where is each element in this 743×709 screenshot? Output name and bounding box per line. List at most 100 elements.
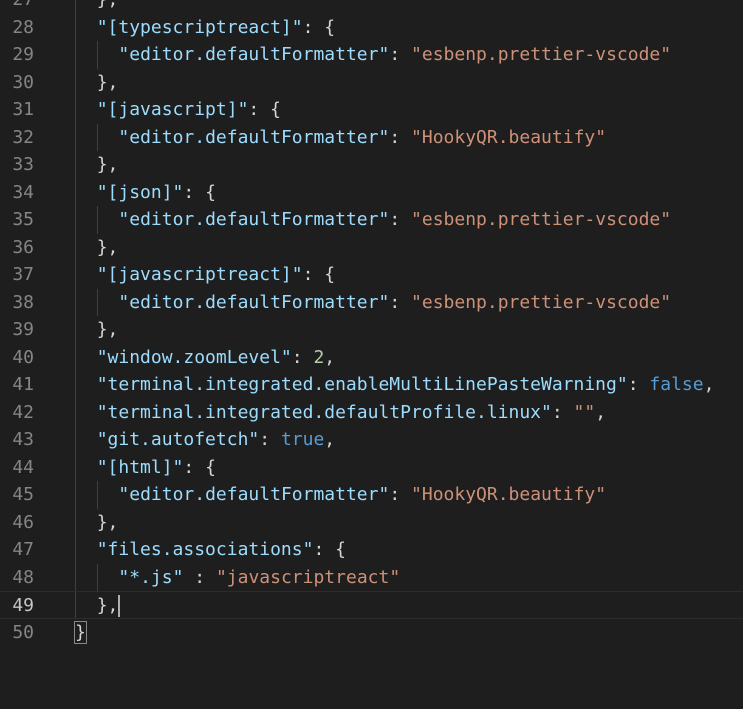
code-line[interactable]: 43 "git.autofetch": true, xyxy=(0,426,743,454)
json-key-token: "editor.defaultFormatter" xyxy=(118,291,390,313)
indent-guide xyxy=(75,563,76,591)
string-token: "javascriptreact" xyxy=(215,566,401,588)
indent-guide xyxy=(75,123,76,151)
line-number: 38 xyxy=(12,291,34,313)
indent-guide xyxy=(75,68,76,96)
json-key-token: "[json]" xyxy=(96,181,184,203)
punctuation-token: }, xyxy=(96,511,119,533)
punctuation-token: : xyxy=(551,401,574,423)
indent-guide xyxy=(97,206,98,234)
indent-guide xyxy=(75,343,76,371)
indent-guide xyxy=(75,151,76,179)
string-token: "esbenp.prettier-vscode" xyxy=(411,209,672,230)
code-line[interactable]: 44 "[html]": { xyxy=(0,453,743,481)
indent-guide xyxy=(75,13,76,41)
code-content: "terminal.integrated.defaultProfile.linu… xyxy=(97,399,606,427)
json-key-token: "[javascript]" xyxy=(96,99,249,120)
indent-guide xyxy=(75,481,76,509)
punctuation-token: }, xyxy=(96,154,119,175)
json-key-token: "editor.defaultFormatter" xyxy=(118,484,390,505)
code-line[interactable]: 46}, xyxy=(0,508,743,536)
json-key-token: "editor.defaultFormatter" xyxy=(118,44,390,65)
code-content: "editor.defaultFormatter": "HookyQR.beau… xyxy=(118,124,606,152)
code-line[interactable]: 27}, xyxy=(0,0,743,14)
line-number: 28 xyxy=(12,16,34,38)
line-number: 48 xyxy=(12,566,34,588)
code-line[interactable]: 31 "[javascript]": { xyxy=(0,96,743,124)
code-content: }, xyxy=(97,0,119,14)
code-content: "editor.defaultFormatter": "esbenp.prett… xyxy=(118,41,671,69)
indent-guide xyxy=(97,41,98,69)
punctuation-token: } xyxy=(74,620,87,644)
punctuation-token: : { xyxy=(313,539,346,560)
code-line[interactable]: 37 "[javascriptreact]": { xyxy=(0,261,743,289)
code-line[interactable]: 48 "*.js" : "javascriptreact" xyxy=(0,563,743,591)
code-content: "window.zoomLevel": 2, xyxy=(97,344,335,372)
line-number: 34 xyxy=(12,181,34,203)
punctuation-token: , xyxy=(324,429,336,450)
line-number: 37 xyxy=(12,264,34,285)
boolean-token: false xyxy=(649,374,704,395)
code-content: "[typescriptreact]": { xyxy=(97,14,335,42)
punctuation-token: : xyxy=(627,374,650,395)
line-number: 50 xyxy=(12,621,34,643)
code-line[interactable]: 35 "editor.defaultFormatter": "esbenp.pre… xyxy=(0,206,743,234)
indent-guide xyxy=(75,592,76,618)
line-number: 40 xyxy=(12,346,34,368)
punctuation-token: , xyxy=(703,374,715,395)
json-key-token: "[typescriptreact]" xyxy=(96,16,303,38)
indent-guide xyxy=(75,0,76,14)
code-line[interactable]: 39}, xyxy=(0,316,743,344)
code-line[interactable]: 36}, xyxy=(0,233,743,261)
boolean-token: true xyxy=(280,429,325,450)
line-number: 42 xyxy=(12,401,34,423)
code-content: }, xyxy=(97,151,119,179)
code-editor[interactable]: 27},28"[typescriptreact]": {29"editor.de… xyxy=(0,0,743,709)
code-line[interactable]: 29 "editor.defaultFormatter": "esbenp.pre… xyxy=(0,41,743,69)
number-token: 2 xyxy=(313,346,325,368)
indent-guide xyxy=(75,398,76,426)
code-line[interactable]: 45 "editor.defaultFormatter": "HookyQR.be… xyxy=(0,481,743,509)
punctuation-token: }, xyxy=(96,595,119,616)
text-cursor xyxy=(118,595,121,617)
json-key-token: "[html]" xyxy=(96,456,184,478)
line-number: 36 xyxy=(12,236,34,258)
indent-guide xyxy=(75,453,76,481)
code-content: } xyxy=(74,619,87,647)
code-line[interactable]: 32 "editor.defaultFormatter": "HookyQR.be… xyxy=(0,123,743,152)
code-line[interactable]: 47 "files.associations": { xyxy=(0,536,743,564)
punctuation-token: , xyxy=(595,401,607,423)
indent-guide xyxy=(97,288,98,316)
code-line[interactable]: 33}, xyxy=(0,151,743,179)
code-content: }, xyxy=(97,316,119,344)
punctuation-token: : { xyxy=(248,99,281,120)
punctuation-token: : { xyxy=(183,456,216,478)
code-line[interactable]: 50} xyxy=(0,619,743,647)
line-number: 31 xyxy=(12,99,34,120)
code-line[interactable]: 40 "window.zoomLevel": 2, xyxy=(0,343,743,372)
indent-guide xyxy=(75,233,76,261)
code-content: "terminal.integrated.enableMultiLinePast… xyxy=(97,371,715,399)
code-line[interactable]: 49}, xyxy=(0,591,743,619)
line-number: 35 xyxy=(12,209,34,230)
indent-guide xyxy=(75,426,76,454)
punctuation-token: }, xyxy=(96,319,119,340)
json-key-token: "[javascriptreact]" xyxy=(96,264,303,285)
code-line[interactable]: 41 "terminal.integrated.enableMultiLinePa… xyxy=(0,371,743,399)
json-key-token: "terminal.integrated.defaultProfile.linu… xyxy=(96,401,552,423)
punctuation-token: : xyxy=(389,484,412,505)
line-number: 39 xyxy=(12,319,34,340)
code-line[interactable]: 42 "terminal.integrated.defaultProfile.li… xyxy=(0,398,743,427)
code-content: "[javascriptreact]": { xyxy=(97,261,335,289)
punctuation-token: : xyxy=(389,44,412,65)
json-key-token: "editor.defaultFormatter" xyxy=(118,209,390,230)
punctuation-token: }, xyxy=(96,236,119,258)
code-line[interactable]: 30}, xyxy=(0,68,743,96)
indent-guide xyxy=(75,261,76,289)
line-number: 33 xyxy=(12,154,34,175)
code-line[interactable]: 34 "[json]": { xyxy=(0,178,743,206)
code-line[interactable]: 38 "editor.defaultFormatter": "esbenp.pre… xyxy=(0,288,743,316)
indent-guide xyxy=(97,563,98,591)
code-line[interactable]: 28 "[typescriptreact]": { xyxy=(0,13,743,42)
line-number: 49 xyxy=(12,595,34,616)
